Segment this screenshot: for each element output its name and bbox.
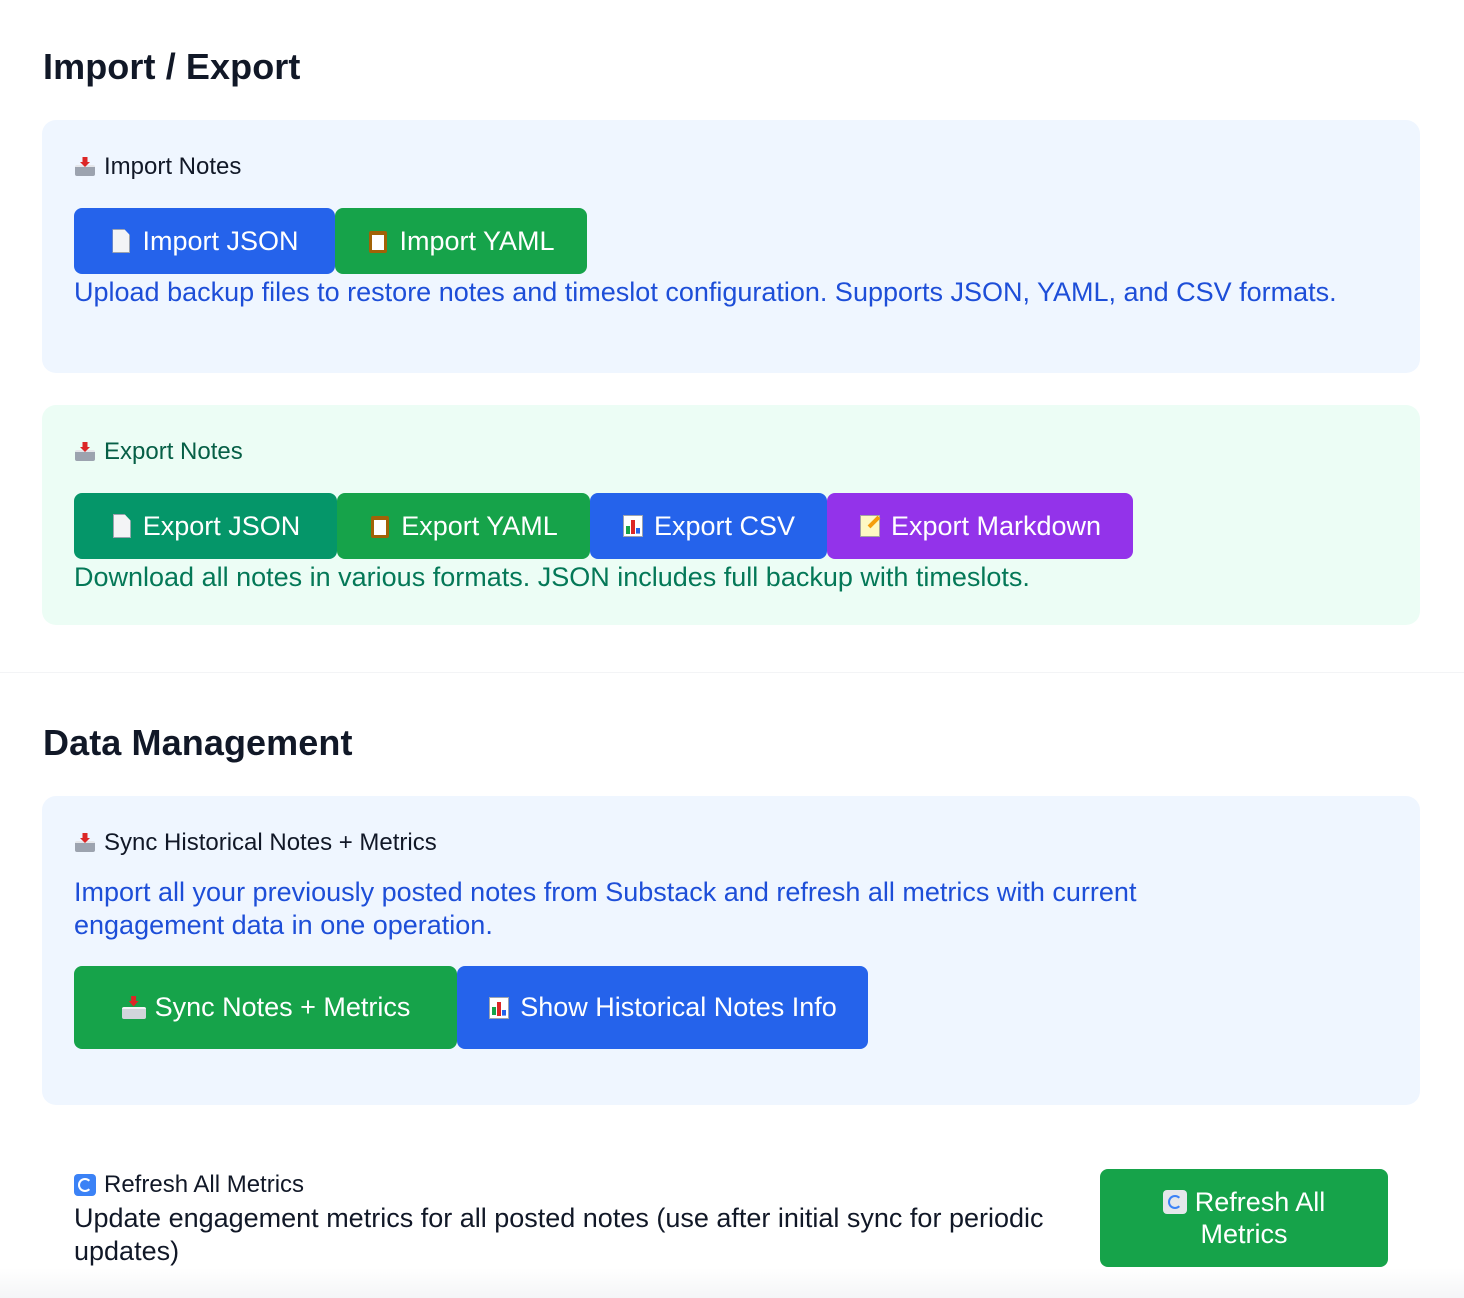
refresh-all-metrics-button[interactable]: Refresh All Metrics <box>1100 1169 1388 1267</box>
refresh-all-metrics-label: Refresh All Metrics <box>1194 1187 1326 1249</box>
export-notes-heading: Export Notes <box>74 438 243 466</box>
export-json-button[interactable]: Export JSON <box>74 493 337 559</box>
sync-notes-metrics-label: Sync Notes + Metrics <box>154 992 411 1022</box>
export-markdown-button[interactable]: Export Markdown <box>827 493 1133 559</box>
import-description: Upload backup files to restore notes and… <box>74 277 1337 307</box>
settings-page: Import / Export Import Notes Import JSON… <box>0 0 1464 1298</box>
bar-chart-icon <box>488 996 510 1020</box>
export-yaml-button[interactable]: Export YAML <box>337 493 590 559</box>
sync-buttons: Sync Notes + Metrics Show Historical Not… <box>74 966 868 1049</box>
import-json-button[interactable]: Import JSON <box>74 208 335 274</box>
sync-description: Import all your previously posted notes … <box>74 877 1137 940</box>
show-historical-info-label: Show Historical Notes Info <box>520 992 837 1022</box>
export-csv-button[interactable]: Export CSV <box>590 493 827 559</box>
section-divider <box>0 672 1464 673</box>
sync-historical-heading: Sync Historical Notes + Metrics <box>74 829 437 857</box>
clipboard-icon <box>367 229 389 253</box>
import-notes-heading-label: Import Notes <box>104 153 242 180</box>
sync-notes-metrics-button[interactable]: Sync Notes + Metrics <box>74 966 457 1049</box>
export-yaml-label: Export YAML <box>401 510 558 541</box>
sync-historical-card: Sync Historical Notes + Metrics Import a… <box>42 796 1420 1105</box>
import-json-label: Import JSON <box>142 225 299 256</box>
import-notes-heading: Import Notes <box>74 153 241 181</box>
import-notes-card: Import Notes Import JSON Import YAML Upl… <box>42 120 1420 373</box>
memo-icon <box>859 514 881 538</box>
bar-chart-icon <box>622 514 644 538</box>
export-description: Download all notes in various formats. J… <box>74 562 1030 592</box>
document-icon <box>110 229 132 253</box>
inbox-tray-icon <box>74 832 96 854</box>
export-markdown-label: Export Markdown <box>890 510 1102 541</box>
import-yaml-label: Import YAML <box>399 225 555 256</box>
sync-historical-heading-label: Sync Historical Notes + Metrics <box>104 829 437 856</box>
import-yaml-button[interactable]: Import YAML <box>335 208 587 274</box>
data-management-title: Data Management <box>43 722 353 763</box>
export-buttons: Export JSON Export YAML Export CSV Expor… <box>74 493 1133 559</box>
refresh-metrics-description: Update engagement metrics for all posted… <box>74 1203 1044 1266</box>
refresh-metrics-heading: Refresh All Metrics <box>74 1171 304 1199</box>
inbox-tray-icon <box>121 996 147 1020</box>
clipboard-icon <box>369 514 391 538</box>
refresh-metrics-heading-label: Refresh All Metrics <box>104 1171 305 1198</box>
import-buttons: Import JSON Import YAML <box>74 208 587 274</box>
export-csv-label: Export CSV <box>653 510 796 541</box>
inbox-tray-icon <box>74 156 96 178</box>
refresh-icon <box>1162 1190 1187 1214</box>
refresh-icon <box>74 1174 96 1196</box>
outbox-tray-icon <box>74 441 96 463</box>
document-icon <box>111 514 133 538</box>
bottom-fade <box>0 1268 1464 1298</box>
export-notes-heading-label: Export Notes <box>104 438 243 465</box>
export-json-label: Export JSON <box>142 510 301 541</box>
show-historical-info-button[interactable]: Show Historical Notes Info <box>457 966 868 1049</box>
export-notes-card: Export Notes Export JSON Export YAML Exp… <box>42 405 1420 625</box>
import-export-title: Import / Export <box>43 46 301 87</box>
